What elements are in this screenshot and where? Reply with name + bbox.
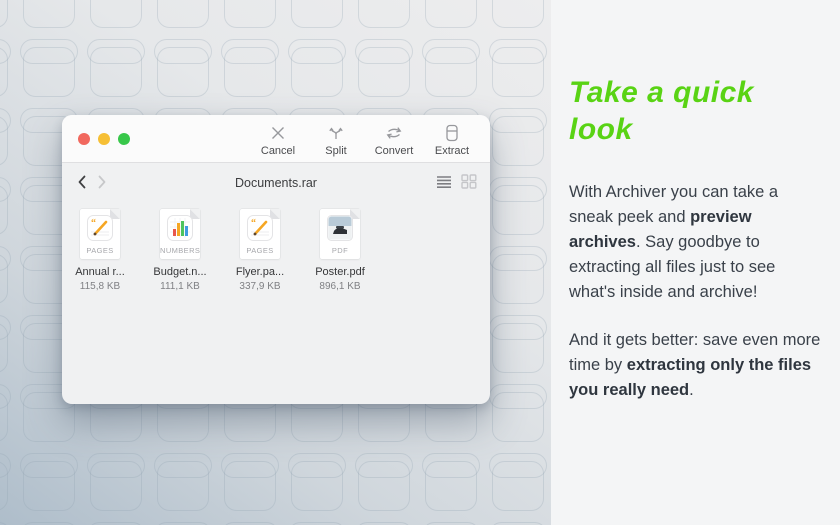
convert-label: Convert: [375, 145, 414, 157]
svg-text:“: “: [91, 218, 96, 229]
titlebar: Cancel Split: [62, 115, 490, 163]
marketing-copy: With Archiver you can take a sneak peek …: [569, 180, 821, 403]
marketing-panel: Take a quick look With Archiver you can …: [551, 0, 840, 525]
file-size: 111,1 KB: [160, 281, 200, 292]
file-name: Budget.n...: [153, 266, 206, 278]
view-toggles: [435, 173, 478, 193]
screenshot-stage: Take a quick look With Archiver you can …: [0, 0, 840, 525]
file-item-flyer[interactable]: “ PAGES Flyer.pa... 337,9 KB: [228, 209, 292, 292]
file-item-poster[interactable]: PDF Poster.pdf 896,1 KB: [308, 209, 372, 292]
file-size: 337,9 KB: [239, 281, 280, 292]
nav-row: Documents.rar: [62, 163, 490, 203]
close-button[interactable]: [78, 133, 90, 145]
grid-view-button[interactable]: [460, 173, 478, 193]
traffic-lights: [78, 133, 130, 145]
file-name: Annual r...: [75, 266, 125, 278]
file-name: Poster.pdf: [315, 266, 365, 278]
split-label: Split: [325, 145, 346, 157]
pages-document-icon: “ PAGES: [80, 209, 120, 259]
convert-arrows-icon: [384, 123, 404, 143]
list-view-icon: [436, 175, 452, 192]
paragraph-preview: With Archiver you can take a sneak peek …: [569, 180, 821, 305]
numbers-app-icon: [167, 215, 193, 246]
chevron-right-icon: [96, 174, 108, 193]
file-size: 115,8 KB: [80, 281, 120, 292]
archive-box-icon: [442, 123, 462, 143]
paragraph-extract: And it gets better: save even more time …: [569, 328, 821, 403]
file-kind-label: NUMBERS: [160, 246, 200, 255]
pdf-document-icon: PDF: [320, 209, 360, 259]
file-item-budget[interactable]: NUMBERS Budget.n... 111,1 KB: [148, 209, 212, 292]
page-title-line2: look: [569, 113, 633, 146]
archiver-window: Cancel Split: [62, 115, 490, 404]
toolbar: Cancel Split: [252, 121, 478, 157]
pages-app-icon: “: [247, 215, 273, 246]
page-title: Take a quick look: [569, 74, 820, 148]
page-title-line1: Take a quick: [569, 76, 754, 109]
cancel-button[interactable]: Cancel: [252, 121, 304, 157]
zoom-button[interactable]: [118, 133, 130, 145]
numbers-document-icon: NUMBERS: [160, 209, 200, 259]
split-arrows-icon: [326, 123, 346, 143]
cancel-label: Cancel: [261, 145, 295, 157]
file-size: 896,1 KB: [319, 281, 360, 292]
minimize-button[interactable]: [98, 133, 110, 145]
svg-text:“: “: [251, 218, 256, 229]
file-item-annual[interactable]: “ PAGES Annual r... 115,8 KB: [68, 209, 132, 292]
back-button[interactable]: [72, 172, 92, 195]
convert-button[interactable]: Convert: [368, 121, 420, 157]
split-button[interactable]: Split: [310, 121, 362, 157]
grid-view-icon: [461, 174, 477, 192]
archive-title: Documents.rar: [62, 176, 490, 190]
extract-button[interactable]: Extract: [426, 121, 478, 157]
file-kind-label: PAGES: [80, 246, 120, 255]
extract-label: Extract: [435, 145, 469, 157]
pages-app-icon: “: [87, 215, 113, 246]
forward-button[interactable]: [92, 172, 112, 195]
list-view-button[interactable]: [435, 174, 453, 193]
x-icon: [268, 123, 288, 143]
file-name: Flyer.pa...: [236, 266, 284, 278]
file-grid: “ PAGES Annual r... 115,8 KB: [62, 203, 490, 292]
file-kind-label: PDF: [320, 246, 360, 255]
file-kind-label: PAGES: [240, 246, 280, 255]
pdf-preview-icon: [327, 215, 353, 246]
chevron-left-icon: [76, 174, 88, 193]
pages-document-icon: “ PAGES: [240, 209, 280, 259]
